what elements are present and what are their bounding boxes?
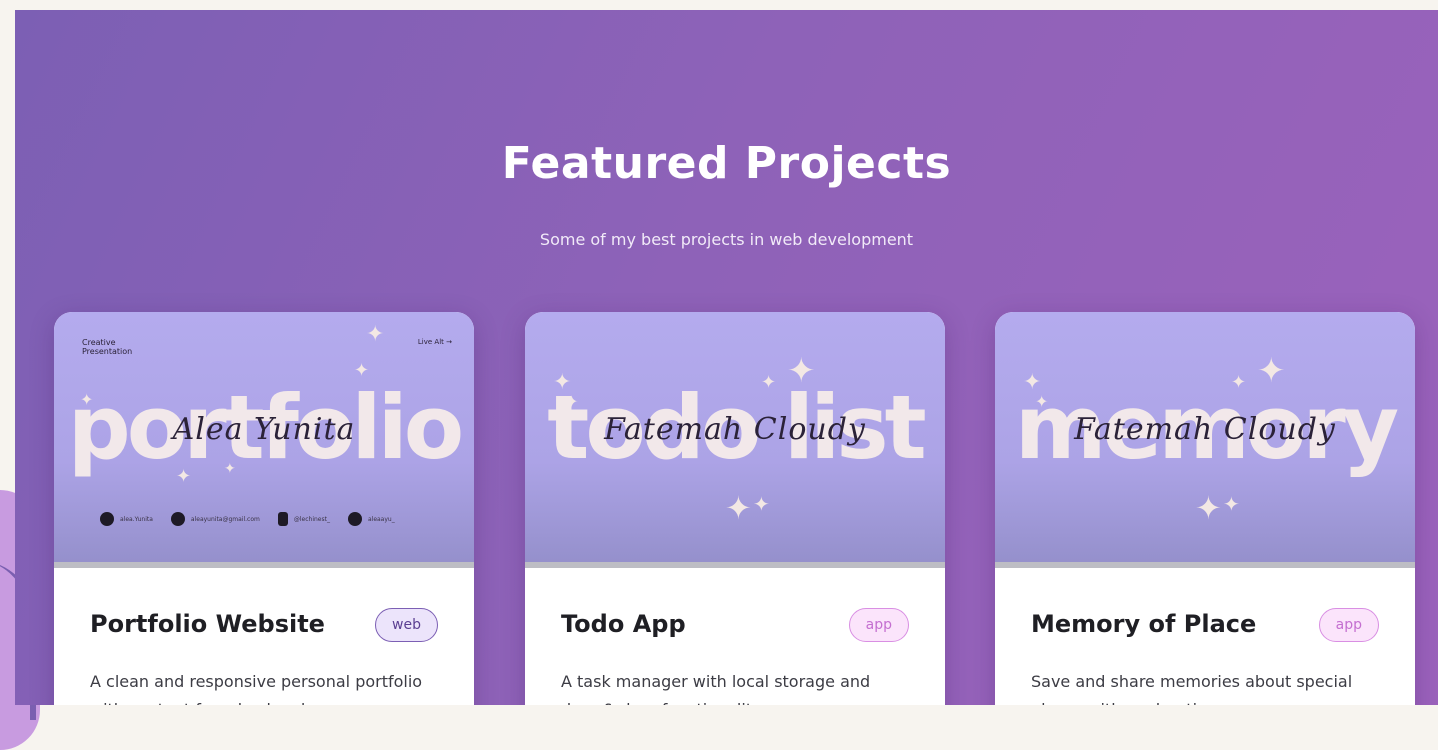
sparkle-icon: ✦ — [725, 489, 752, 527]
project-thumbnail[interactable]: ✦ ✦ ✦ ✦ ✦ ✦ todo list Fatemah Cloudy — [525, 312, 945, 568]
social-handle: aleayunita@gmail.com — [190, 515, 260, 523]
social-item: @lechinest_ — [277, 512, 330, 526]
project-description: A task manager with local storage and dr… — [561, 672, 871, 705]
project-description: A clean and responsive personal portfoli… — [90, 672, 423, 705]
project-card-memory[interactable]: ✦ ✦ ✦ ✦ ✦ ✦ memory Fatemah Cloudy Memory… — [995, 312, 1415, 705]
social-item: aleaayu_ — [347, 512, 395, 526]
section-subtitle: Some of my best projects in web developm… — [539, 230, 914, 249]
project-tag[interactable]: app — [848, 608, 909, 642]
social-item: aleayunita@gmail.com — [170, 512, 260, 526]
social-handle: aleaayu_ — [367, 515, 395, 523]
thumbnail-signature: Fatemah Cloudy — [604, 412, 866, 447]
thumbnail-link-text: Live Alt → — [417, 338, 452, 346]
linkedin-icon — [100, 512, 114, 526]
project-card-portfolio[interactable]: Creative Presentation Live Alt → ✦ ✦ ✦ ✦… — [54, 312, 474, 705]
project-thumbnail[interactable]: Creative Presentation Live Alt → ✦ ✦ ✦ ✦… — [54, 312, 474, 568]
sparkle-icon: ✦ — [366, 322, 385, 347]
section-title: Featured Projects — [501, 138, 952, 189]
project-title[interactable]: Memory of Place — [1031, 610, 1256, 638]
project-title[interactable]: Todo App — [561, 610, 686, 638]
instagram-icon — [347, 512, 362, 526]
sparkle-icon: ✦ — [1223, 492, 1240, 516]
project-tag[interactable]: app — [1318, 608, 1379, 642]
social-item: alea.Yunita — [100, 512, 153, 526]
project-thumbnail[interactable]: ✦ ✦ ✦ ✦ ✦ ✦ memory Fatemah Cloudy — [995, 312, 1415, 568]
featured-projects-section: Featured Projects Some of my best projec… — [15, 10, 1438, 705]
thumbnail-socials: alea.Yunita aleayunita@gmail.com @lechin… — [100, 512, 444, 526]
project-title[interactable]: Portfolio Website — [90, 610, 325, 638]
thumbnail-caption: Creative Presentation — [82, 338, 133, 356]
thumbnail-signature: Fatemah Cloudy — [1074, 412, 1336, 447]
email-icon — [170, 512, 185, 526]
tiktok-icon — [277, 512, 288, 526]
project-card-todo[interactable]: ✦ ✦ ✦ ✦ ✦ ✦ todo list Fatemah Cloudy Tod… — [525, 312, 945, 705]
sparkle-icon: ✦ — [1195, 489, 1222, 527]
social-handle: alea.Yunita — [120, 515, 153, 523]
project-description: Save and share memories about special pl… — [1031, 672, 1353, 705]
sparkle-icon: ✦ — [753, 492, 770, 516]
project-tag[interactable]: web — [375, 608, 438, 642]
social-handle: @lechinest_ — [293, 515, 330, 523]
thumbnail-signature: Alea Yunita — [172, 412, 356, 447]
